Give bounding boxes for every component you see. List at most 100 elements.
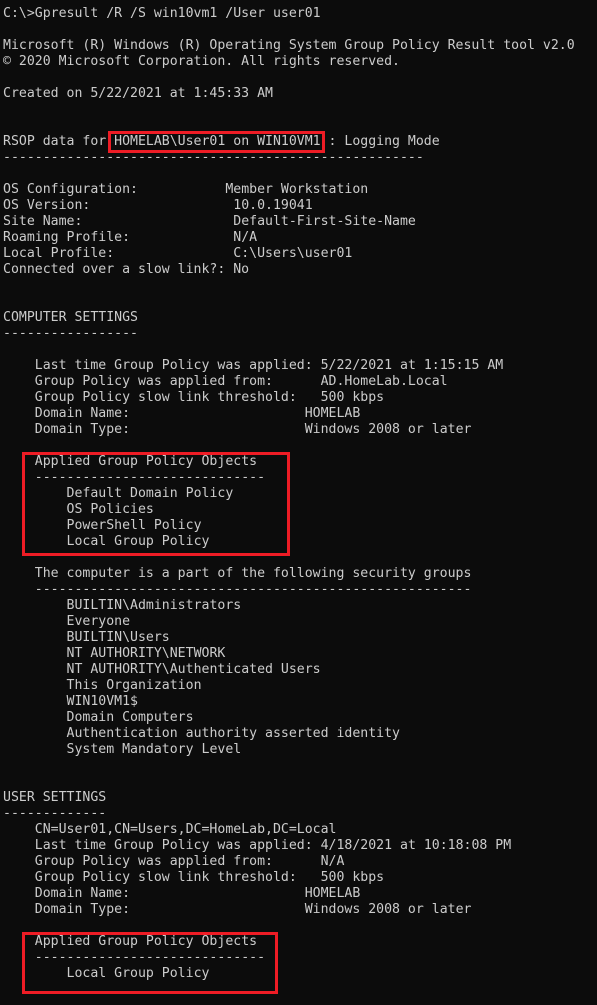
system-info-block: OS Configuration: Member Workstation OS … xyxy=(3,182,597,262)
row-indent xyxy=(3,934,35,949)
security-group-item: Domain Computers xyxy=(3,710,597,726)
row-label: Domain Name: xyxy=(34,886,131,901)
row-value: C:\Users\user01 xyxy=(233,246,353,261)
row-pad xyxy=(130,902,305,917)
row-indent xyxy=(3,870,35,885)
row-indent xyxy=(3,614,67,629)
security-group-item: Authentication authority asserted identi… xyxy=(3,726,597,742)
security-group-item: BUILTIN\Users xyxy=(3,630,597,646)
row-value: Windows 2008 or later xyxy=(304,902,472,917)
row-indent xyxy=(3,566,35,581)
user-info-row: Domain Type: Windows 2008 or later xyxy=(3,902,597,918)
row-indent xyxy=(3,422,35,437)
row-label: Roaming Profile: xyxy=(3,230,131,245)
item-text: BUILTIN\Administrators xyxy=(66,598,242,613)
applied-gpos-separator: ----------------------------- xyxy=(3,950,597,966)
computer-settings-separator: ----------------- xyxy=(3,326,138,341)
row-label: Group Policy was applied from: xyxy=(34,374,273,389)
row-indent xyxy=(3,822,35,837)
row-indent xyxy=(3,886,35,901)
row-indent xyxy=(3,406,35,421)
computer-security-groups-block: The computer is a part of the following … xyxy=(3,566,597,758)
item-text: Everyone xyxy=(66,614,131,629)
rsop-separator: ----------------------------------------… xyxy=(3,150,424,165)
row-pad xyxy=(130,422,305,437)
item-text: WIN10VM1$ xyxy=(66,694,138,709)
item-text: Authentication authority asserted identi… xyxy=(66,726,400,741)
user-distinguished-name: CN=User01,CN=Users,DC=HomeLab,DC=Local xyxy=(3,822,597,838)
row-indent xyxy=(3,534,67,549)
separator-text: ----------------------------- xyxy=(34,470,266,485)
user-info-row: Group Policy slow link threshold: 500 kb… xyxy=(3,870,597,886)
row-value: HOMELAB xyxy=(304,406,361,421)
system-info-row: Site Name: Default-First-Site-Name xyxy=(3,214,597,230)
applied-gpos-heading: Applied Group Policy Objects xyxy=(3,934,597,950)
row-value: 500 kbps xyxy=(320,870,385,885)
item-text: Default Domain Policy xyxy=(66,486,234,501)
system-info-row: Roaming Profile: N/A xyxy=(3,230,597,246)
row-indent xyxy=(3,598,67,613)
row-pad xyxy=(273,854,321,869)
item-text: NT AUTHORITY\NETWORK xyxy=(66,646,226,661)
row-value: N/A xyxy=(320,854,345,869)
row-indent xyxy=(3,662,67,677)
applied-gpo-item: PowerShell Policy xyxy=(3,518,597,534)
row-label: Group Policy slow link threshold: xyxy=(34,870,297,885)
system-info-row: OS Configuration: Member Workstation xyxy=(3,182,597,198)
security-group-item: This Organization xyxy=(3,678,597,694)
security-groups-separator: ----------------------------------------… xyxy=(3,582,597,598)
computer-info-row: Group Policy was applied from: AD.HomeLa… xyxy=(3,374,597,390)
row-label: Domain Type: xyxy=(34,422,131,437)
banner-line-2: © 2020 Microsoft Corporation. All rights… xyxy=(3,54,400,69)
row-label: Domain Type: xyxy=(34,902,131,917)
slow-link-line: Connected over a slow link?: No xyxy=(3,262,250,277)
row-pad xyxy=(90,198,233,213)
row-label: Local Profile: xyxy=(3,246,115,261)
rsop-header-line: RSOP data for HOMELAB\User01 on WIN10VM1… xyxy=(3,134,597,150)
item-text: BUILTIN\Users xyxy=(66,630,170,645)
terminal-console[interactable]: C:\>Gpresult /R /S win10vm1 /User user01… xyxy=(0,0,597,1005)
computer-info-row: Group Policy slow link threshold: 500 kb… xyxy=(3,390,597,406)
row-indent xyxy=(3,694,67,709)
security-group-item: System Mandatory Level xyxy=(3,742,597,758)
security-group-item: WIN10VM1$ xyxy=(3,694,597,710)
row-indent xyxy=(3,678,67,693)
row-value: 5/22/2021 at 1:15:15 AM xyxy=(320,358,504,373)
row-value: AD.HomeLab.Local xyxy=(320,374,448,389)
row-indent xyxy=(3,710,67,725)
row-label: Group Policy was applied from: xyxy=(34,854,273,869)
separator-text: ----------------------------------------… xyxy=(34,582,472,597)
row-pad xyxy=(313,838,321,853)
applied-gpo-item: Local Group Policy xyxy=(3,534,597,550)
row-indent xyxy=(3,518,67,533)
rsop-suffix: : Logging Mode xyxy=(320,134,440,149)
row-indent xyxy=(3,838,35,853)
row-indent xyxy=(3,966,67,981)
applied-gpo-item: OS Policies xyxy=(3,502,597,518)
row-indent xyxy=(3,726,67,741)
user-info-row: Group Policy was applied from: N/A xyxy=(3,854,597,870)
heading-text: The computer is a part of the following … xyxy=(34,566,472,581)
item-text: OS Policies xyxy=(66,502,154,517)
row-indent xyxy=(3,854,35,869)
created-on-line: Created on ‎5/‎22/‎2021 at 1:45:33 AM xyxy=(3,86,273,101)
security-group-item: Everyone xyxy=(3,614,597,630)
row-pad xyxy=(313,358,321,373)
row-value: 500 kbps xyxy=(320,390,385,405)
row-indent xyxy=(3,358,35,373)
row-value: Default-First-Site-Name xyxy=(233,214,416,229)
row-indent xyxy=(3,454,35,469)
item-text: System Mandatory Level xyxy=(66,742,242,757)
computer-info-row: Last time Group Policy was applied: 5/22… xyxy=(3,358,597,374)
user-applied-gpos-block: Applied Group Policy Objects -----------… xyxy=(3,934,597,982)
row-label: Domain Name: xyxy=(34,406,131,421)
